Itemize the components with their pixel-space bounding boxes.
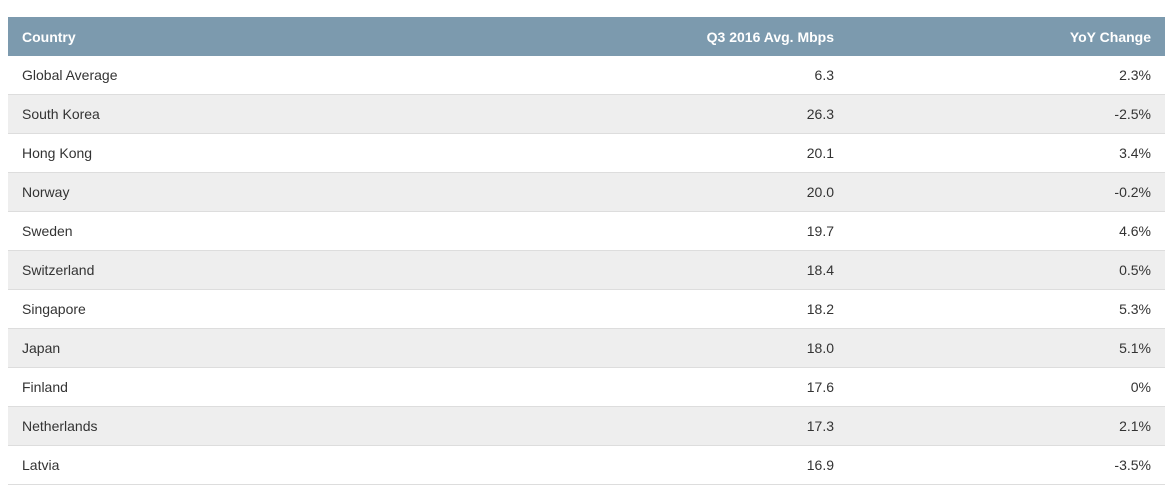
table-row: Hong Kong 20.1 3.4%	[8, 133, 1165, 173]
table-row: Sweden 19.7 4.6%	[8, 211, 1165, 251]
cell-yoy-change: -3.5%	[848, 445, 1165, 485]
cell-yoy-change: 0%	[848, 367, 1165, 407]
cell-country: Sweden	[8, 211, 408, 251]
table-row: Netherlands 17.3 2.1%	[8, 406, 1165, 446]
cell-speed: 20.0	[408, 172, 848, 212]
cell-yoy-change: 4.6%	[848, 211, 1165, 251]
cell-speed: 18.0	[408, 328, 848, 368]
header-country: Country	[22, 28, 76, 45]
cell-country: Hong Kong	[8, 133, 408, 173]
cell-speed: 17.6	[408, 367, 848, 407]
cell-yoy-change: 5.3%	[848, 289, 1165, 329]
table-row: Norway 20.0 -0.2%	[8, 172, 1165, 212]
cell-country: Finland	[8, 367, 408, 407]
table-row: Global Average 6.3 2.3%	[8, 56, 1165, 95]
cell-yoy-change: 2.1%	[848, 406, 1165, 446]
data-table: Country Q3 2016 Avg. Mbps YoY Change Glo…	[8, 17, 1165, 485]
cell-yoy-change: 3.4%	[848, 133, 1165, 173]
header-speed: Q3 2016 Avg. Mbps	[706, 28, 834, 45]
cell-country: Japan	[8, 328, 408, 368]
cell-country: Global Average	[8, 56, 408, 95]
cell-country: Netherlands	[8, 406, 408, 446]
cell-yoy-change: -2.5%	[848, 94, 1165, 134]
header-yoy-change: YoY Change	[1069, 28, 1151, 45]
cell-yoy-change: 5.1%	[848, 328, 1165, 368]
cell-speed: 16.9	[408, 445, 848, 485]
cell-yoy-change: -0.2%	[848, 172, 1165, 212]
table-row: Finland 17.6 0%	[8, 367, 1165, 407]
table-row: Japan 18.0 5.1%	[8, 328, 1165, 368]
cell-speed: 6.3	[408, 56, 848, 95]
cell-speed: 17.3	[408, 406, 848, 446]
cell-country: South Korea	[8, 94, 408, 134]
cell-yoy-change: 0.5%	[848, 250, 1165, 290]
cell-speed: 26.3	[408, 94, 848, 134]
table-row: Latvia 16.9 -3.5%	[8, 445, 1165, 485]
cell-country: Latvia	[8, 445, 408, 485]
table-header: Country Q3 2016 Avg. Mbps YoY Change	[8, 17, 1165, 56]
cell-yoy-change: 2.3%	[848, 56, 1165, 95]
cell-speed: 18.2	[408, 289, 848, 329]
cell-country: Switzerland	[8, 250, 408, 290]
cell-country: Singapore	[8, 289, 408, 329]
cell-speed: 20.1	[408, 133, 848, 173]
header-row: Country Q3 2016 Avg. Mbps YoY Change	[8, 17, 1165, 56]
table-body: Global Average 6.3 2.3% South Korea 26.3 -2.5…	[8, 56, 1165, 485]
cell-speed: 18.4	[408, 250, 848, 290]
table-row: South Korea 26.3 -2.5%	[8, 94, 1165, 134]
cell-speed: 19.7	[408, 211, 848, 251]
table-row: Singapore 18.2 5.3%	[8, 289, 1165, 329]
cell-country: Norway	[8, 172, 408, 212]
data-table-container: Country Q3 2016 Avg. Mbps YoY Change Glo…	[8, 17, 1165, 485]
table-row: Switzerland 18.4 0.5%	[8, 250, 1165, 290]
